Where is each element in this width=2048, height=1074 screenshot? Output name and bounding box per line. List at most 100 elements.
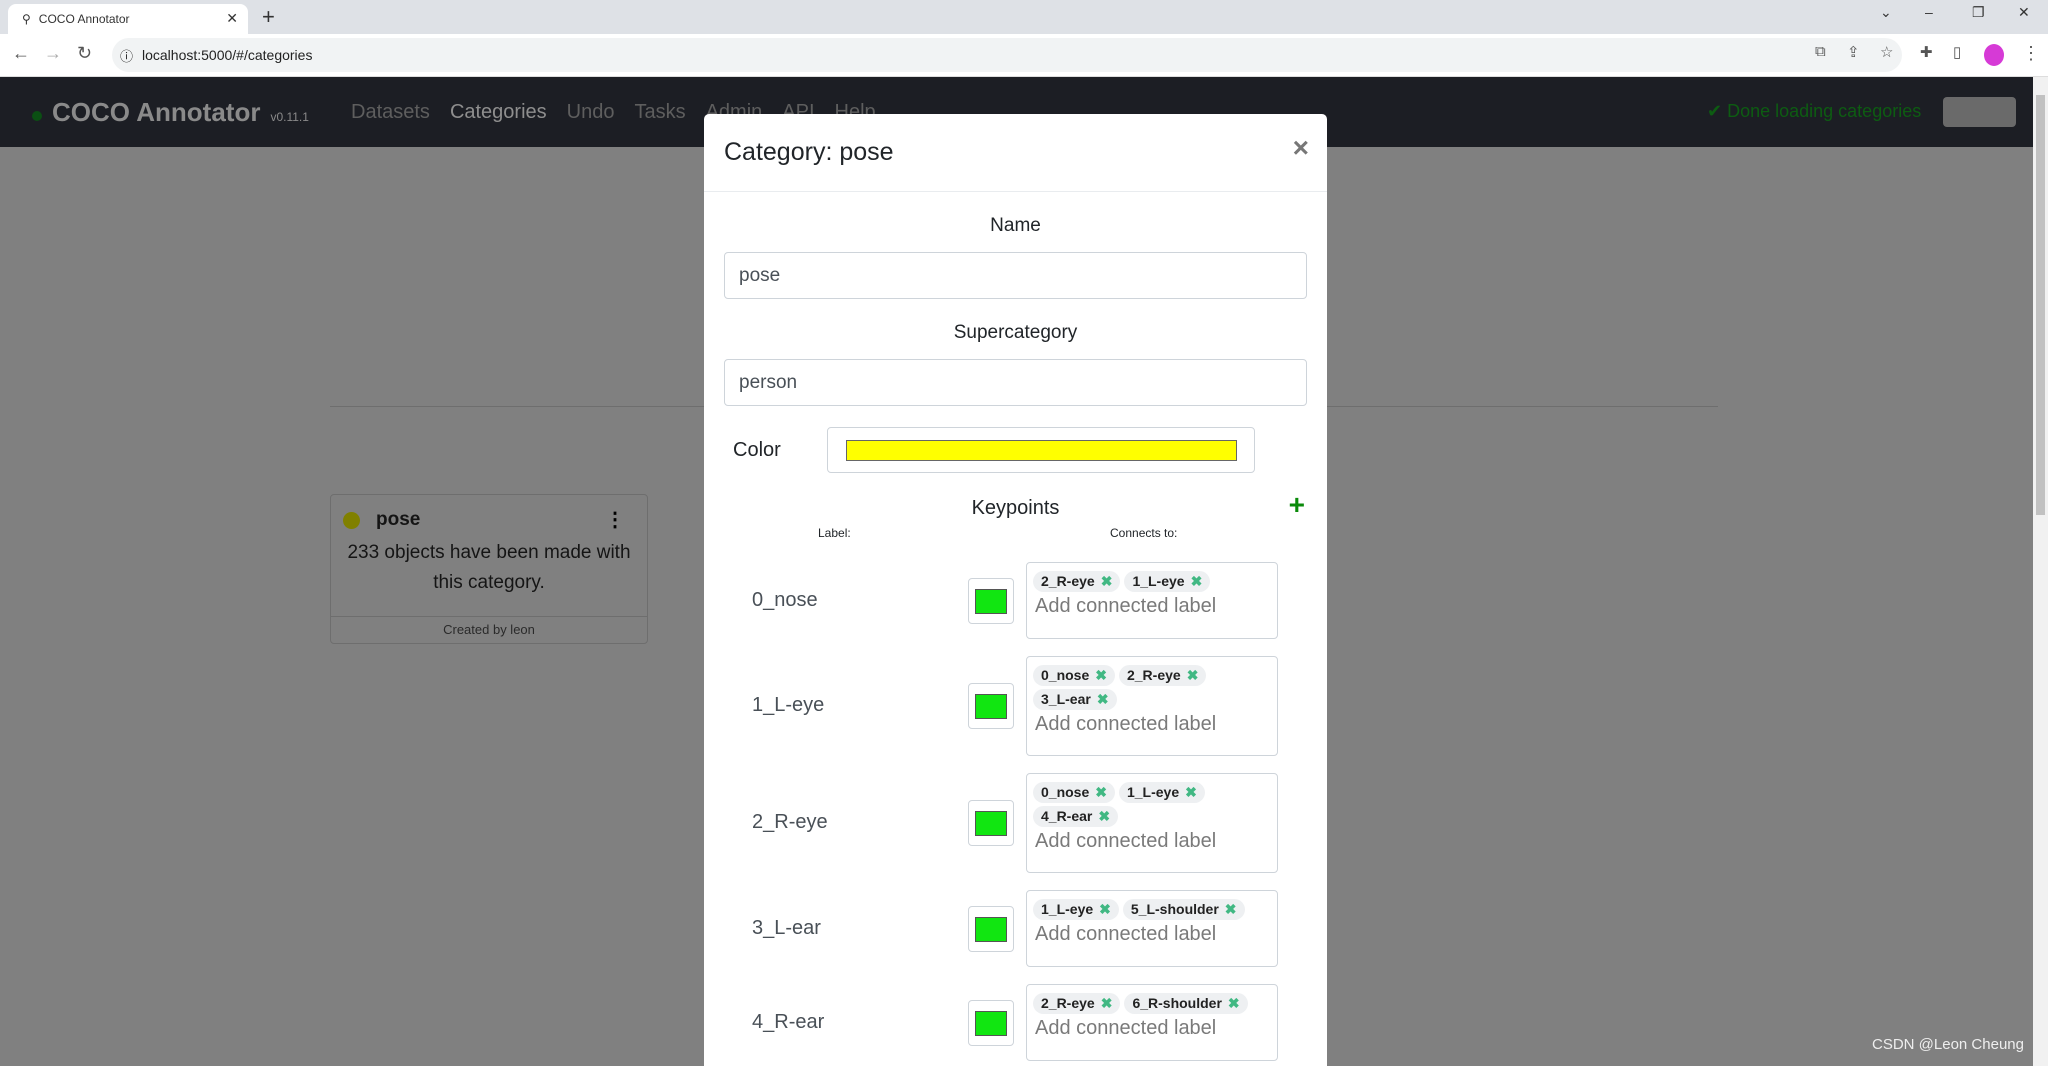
share-icon[interactable]: ⇪	[1847, 43, 1860, 61]
connections-input[interactable]: 2_R-eye ✖ 6_R-shoulder ✖ Add connected label	[1026, 984, 1278, 1061]
category-card[interactable]: pose ⋮ 233 objects have been made with t…	[330, 494, 648, 644]
remove-tag-icon[interactable]: ✖	[1225, 901, 1237, 917]
close-window-icon[interactable]: ✕	[2018, 4, 2030, 21]
add-connection-input[interactable]: Add connected label	[1035, 1017, 1271, 1040]
keypoint-label[interactable]: 1_L-eye	[752, 694, 824, 717]
keypoint-label[interactable]: 3_L-ear	[752, 917, 821, 940]
color-picker[interactable]	[827, 427, 1255, 473]
more-options-icon[interactable]: ⋮	[605, 507, 625, 532]
brand-name: COCO Annotator	[52, 97, 261, 127]
keypoint-label[interactable]: 2_R-eye	[752, 811, 828, 834]
connection-tag: 5_L-shoulder ✖	[1122, 899, 1245, 920]
connections-input[interactable]: 2_R-eye ✖ 1_L-eye ✖ Add connected label	[1026, 562, 1278, 639]
remove-tag-icon[interactable]: ✖	[1095, 667, 1107, 683]
add-connection-input[interactable]: Add connected label	[1035, 923, 1271, 946]
nav-tasks[interactable]: Tasks	[634, 101, 685, 124]
connection-tag-label: 1_L-eye	[1126, 784, 1180, 800]
keypoint-color-picker[interactable]	[968, 577, 1014, 624]
keypoint-label[interactable]: 4_R-ear	[752, 1011, 824, 1034]
address-bar-row: ← → ↻ ⓘ localhost:5000/#/categories ⧉ ⇪ …	[0, 34, 2048, 77]
color-swatch[interactable]	[846, 440, 1237, 461]
tab-title: COCO Annotator	[38, 12, 130, 26]
connection-tag: 0_nose ✖	[1033, 782, 1115, 803]
connection-tag: 2_R-eye ✖	[1033, 571, 1121, 592]
remove-tag-icon[interactable]: ✖	[1187, 667, 1199, 683]
connection-tag: 6_R-shoulder ✖	[1124, 993, 1248, 1014]
connection-tag-label: 1_L-eye	[1132, 573, 1185, 589]
add-keypoint-icon[interactable]: +	[1289, 489, 1305, 521]
forward-icon[interactable]: →	[44, 43, 62, 64]
connection-tag: 1_L-eye ✖	[1124, 571, 1211, 592]
connection-tag: 1_L-eye ✖	[1118, 782, 1205, 803]
bookmark-star-icon[interactable]: ☆	[1880, 43, 1893, 61]
close-tab-icon[interactable]: ✕	[226, 10, 238, 27]
keypoint-color-swatch	[975, 694, 1007, 719]
new-tab-button[interactable]: +	[262, 4, 275, 30]
remove-tag-icon[interactable]: ✖	[1191, 573, 1203, 589]
close-icon[interactable]: ×	[1293, 132, 1309, 164]
category-color-dot	[343, 511, 360, 529]
back-icon[interactable]: ←	[12, 43, 30, 64]
nav-categories[interactable]: Categories	[450, 101, 547, 124]
add-connection-input[interactable]: Add connected label	[1035, 595, 1271, 618]
remove-tag-icon[interactable]: ✖	[1228, 995, 1240, 1011]
modal-title: Category: pose	[724, 138, 894, 166]
connections-input[interactable]: 1_L-eye ✖ 5_L-shoulder ✖ Add connected label	[1026, 890, 1278, 967]
minimize-icon[interactable]: –	[1925, 4, 1933, 20]
tab-search-icon[interactable]: ⌄	[1880, 4, 1892, 21]
modal-header: Category: pose ×	[704, 114, 1327, 192]
remove-tag-icon[interactable]: ✖	[1098, 808, 1110, 824]
connections-input[interactable]: 0_nose ✖ 2_R-eye ✖3_L-ear ✖ Add connected lab…	[1026, 656, 1278, 756]
user-menu-button[interactable]	[1943, 97, 2016, 127]
supercategory-label: Supercategory	[953, 322, 1078, 343]
keypoint-color-picker[interactable]	[968, 683, 1014, 729]
remove-tag-icon[interactable]: ✖	[1185, 784, 1197, 800]
reload-icon[interactable]: ↻	[77, 43, 92, 64]
name-label: Name	[990, 215, 1041, 236]
keypoint-color-swatch	[975, 588, 1007, 614]
connects-column-header: Connects to:	[1110, 526, 1178, 540]
browser-tab[interactable]: ⚲ COCO Annotator ✕	[8, 4, 248, 34]
keypoint-label[interactable]: 0_nose	[752, 589, 818, 612]
keypoint-color-picker[interactable]	[968, 999, 1014, 1046]
page-scrollbar[interactable]	[2033, 77, 2048, 1066]
name-input[interactable]: pose	[724, 252, 1307, 299]
url-input[interactable]: ⓘ localhost:5000/#/categories	[112, 38, 1902, 72]
connection-tag-label: 2_R-eye	[1041, 573, 1095, 589]
connection-tag-label: 4_R-ear	[1041, 808, 1093, 824]
keypoint-color-picker[interactable]	[968, 905, 1014, 952]
restore-icon[interactable]: ❐	[1972, 4, 1985, 21]
keypoint-color-swatch	[975, 811, 1007, 836]
brand[interactable]: COCO Annotator v0.11.1	[32, 97, 309, 128]
app-version: v0.11.1	[270, 110, 309, 124]
add-connection-input[interactable]: Add connected label	[1035, 830, 1271, 853]
remove-tag-icon[interactable]: ✖	[1099, 901, 1111, 917]
keypoint-color-swatch	[975, 1010, 1007, 1036]
browser-tab-strip: ⚲ COCO Annotator ✕ + ⌄ – ❐ ✕	[0, 0, 2048, 34]
add-connection-input[interactable]: Add connected label	[1035, 713, 1271, 736]
connection-tag-label: 0_nose	[1041, 784, 1090, 800]
remove-tag-icon[interactable]: ✖	[1101, 573, 1113, 589]
nav-datasets[interactable]: Datasets	[351, 101, 430, 124]
side-panel-icon[interactable]: ▯	[1953, 43, 1961, 61]
remove-tag-icon[interactable]: ✖	[1097, 691, 1109, 707]
watermark: CSDN @Leon Cheung	[1872, 1036, 2024, 1053]
remove-tag-icon[interactable]: ✖	[1095, 784, 1107, 800]
connection-tag: 3_L-ear ✖	[1033, 689, 1117, 710]
supercategory-input[interactable]: person	[724, 359, 1307, 406]
nav-undo[interactable]: Undo	[567, 101, 615, 124]
favicon-icon: ⚲	[22, 12, 31, 26]
profile-avatar[interactable]	[1984, 44, 2004, 66]
keypoint-color-swatch	[975, 916, 1007, 942]
scrollbar-thumb[interactable]	[2036, 95, 2045, 515]
category-creator: Created by leon	[331, 616, 647, 643]
translate-icon[interactable]: ⧉	[1815, 43, 1826, 60]
browser-menu-icon[interactable]: ⋮	[2022, 43, 2040, 64]
connection-tag: 2_R-eye ✖	[1118, 665, 1207, 686]
connection-tag-label: 5_L-shoulder	[1130, 901, 1219, 917]
remove-tag-icon[interactable]: ✖	[1101, 995, 1113, 1011]
connections-input[interactable]: 0_nose ✖ 1_L-eye ✖4_R-ear ✖ Add connected lab…	[1026, 773, 1278, 873]
keypoint-color-picker[interactable]	[968, 800, 1014, 846]
connection-tag: 0_nose ✖	[1033, 665, 1115, 686]
extensions-icon[interactable]: ✚	[1920, 43, 1933, 61]
